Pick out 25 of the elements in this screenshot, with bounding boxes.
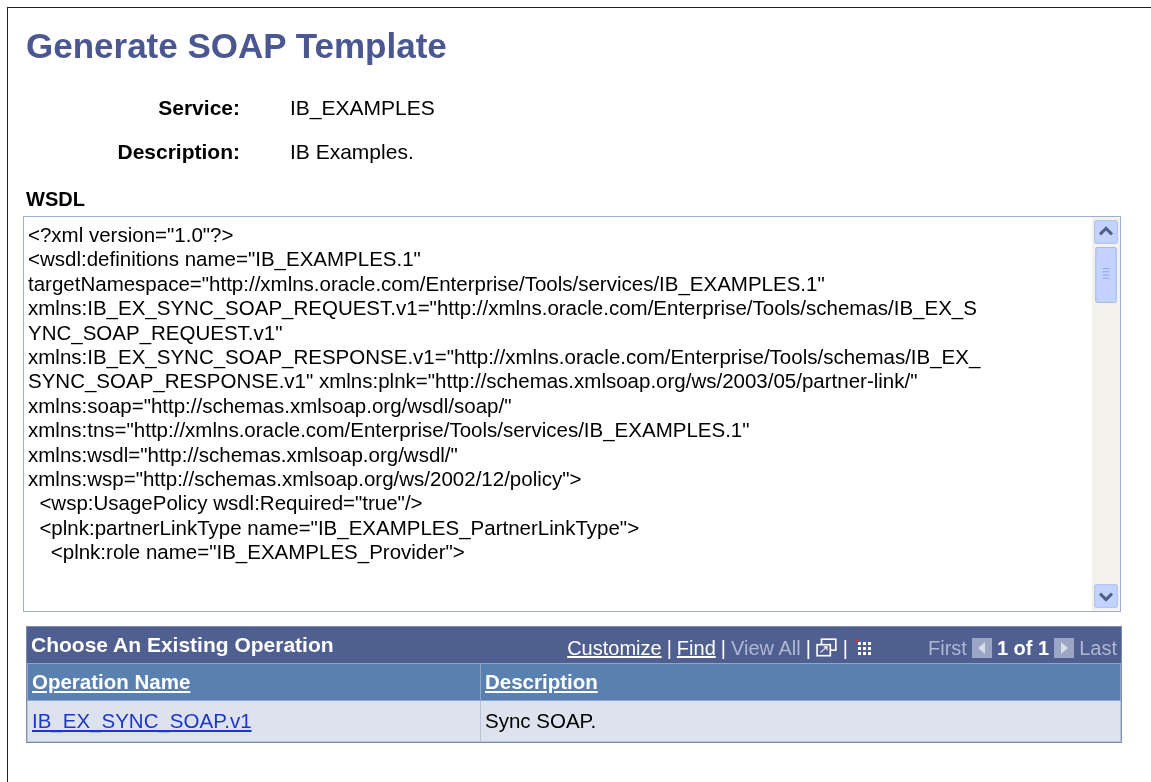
field-label: Description: [116,140,240,164]
wsdl-text-area[interactable]: <?xml version="1.0"?> <wsdl:definitions name="IB_EXAMPLES.1" targetNamespace="http://xmlns.oracle.com/Enterprise/Tools/services/IB_EXAMPLES.1" xmlns:IB_EX_SYNC_SOAP_REQUEST.v1="http://xmlns.oracle.com/Enterprise/Tools/schemas/IB_EX_S YNC_SOAP_REQUEST.v1" xmlns:IB_EX_SYNC_SOAP_RESPONSE.v1="http://xmlns.oracle.com/Enterprise/Tools/schemas/IB_EX_ SYNC_SOAP_RESPONSE.v1" xmlns:plnk="http://schemas.xmlsoap.org/ws/2003/05/partner-link/" xmlns:soap="http://schemas.xmlsoap.org/wsdl/soap/" xmlns:tns="http://xmlns.oracle.com/Enterprise/Tools/services/IB_EXAMPLES.1" xmlns:wsdl="http://schemas.xmlsoap.org/wsdl/" xmlns:wsp="http://schemas.xmlsoap.org/ws/2002/12/policy"> <wsp:UsagePolicy wsdl:Required="true"/> <plnk:partnerLinkType name="IB_EXAMPLES_PartnerLinkType"> <plnk:role name="IB_EXAMPLES_Provider"> [23,216,1121,612]
grid-title: Choose An Existing Operation [31,633,334,657]
separator-text: | [666,636,672,660]
scroll-thumb-icon[interactable] [1094,247,1118,303]
table-cell: Sync SOAP. [485,709,597,732]
column-header-link[interactable]: Description [485,670,598,693]
field-value: IB Examples. [290,140,415,164]
vertical-scrollbar[interactable] [1092,217,1120,611]
field-label: Service: [157,96,240,120]
field-value: IB_EXAMPLES [290,96,436,120]
page-title: Generate SOAP Template [26,26,448,66]
separator-text: | [805,636,811,660]
grid-link[interactable]: Find [676,636,716,660]
separator-text: | [842,636,849,660]
scroll-down-icon[interactable] [1094,584,1118,608]
separator-text: | [720,636,726,660]
wsdl-label: WSDL [26,188,86,211]
grid-link[interactable]: Customize [567,636,662,660]
page-count: 1 of 1 [996,636,1050,660]
first-text: First [928,636,967,660]
view-all-text: View All [730,636,801,660]
new-window-icon[interactable] [815,638,838,658]
scroll-up-icon[interactable] [1094,220,1118,244]
last-text: Last [1079,636,1117,660]
